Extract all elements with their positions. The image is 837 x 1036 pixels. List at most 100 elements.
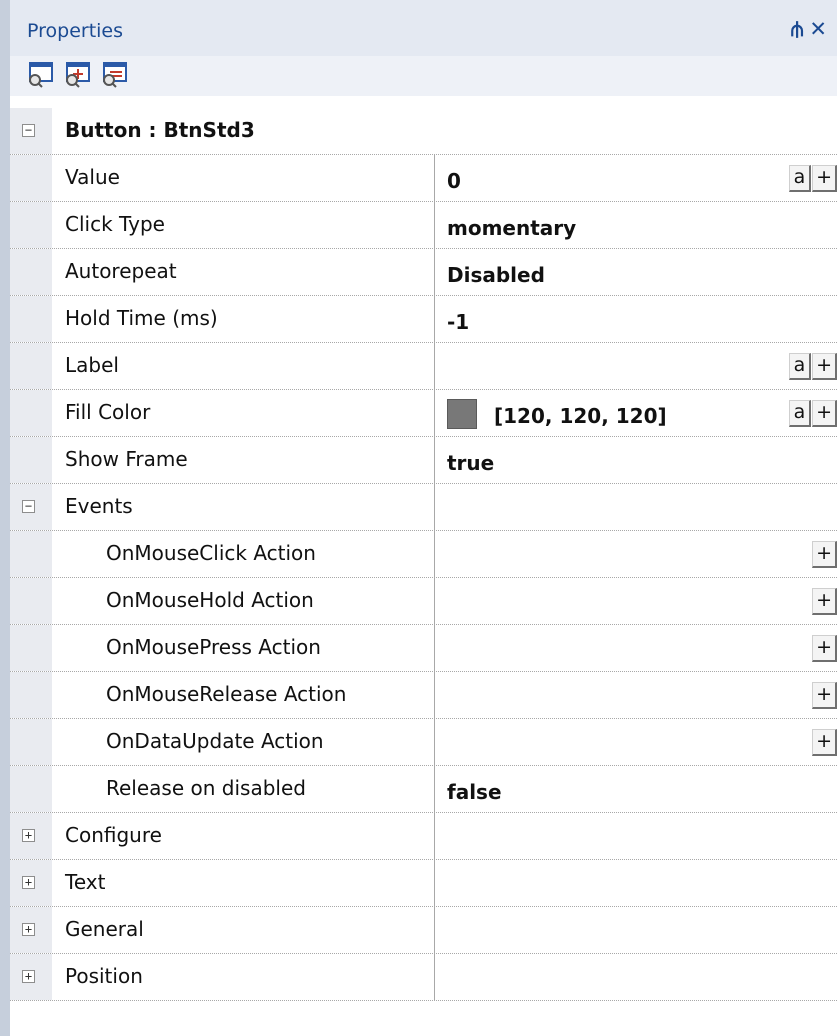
column-divider <box>434 531 435 577</box>
panel-title: Properties <box>27 20 124 42</box>
column-divider <box>434 907 435 953</box>
property-value[interactable]: [120, 120, 120] <box>494 404 667 428</box>
category-label: Position <box>65 964 143 988</box>
column-divider <box>434 343 435 389</box>
property-grid: − Button : BtnStd3 Value 0 a + Click Typ… <box>10 108 837 1001</box>
expand-icon[interactable]: + <box>22 876 35 889</box>
column-divider <box>434 766 435 812</box>
configure-category-row[interactable]: + Configure <box>10 813 837 860</box>
properties-view-icon[interactable] <box>27 60 55 88</box>
property-name: Hold Time (ms) <box>65 306 218 330</box>
row-margin <box>10 672 52 718</box>
expression-button[interactable]: a <box>789 165 811 192</box>
events-category-row[interactable]: − Events <box>10 484 837 531</box>
events-view-icon[interactable] <box>64 60 92 88</box>
expression-button[interactable]: a <box>789 353 811 380</box>
column-divider <box>434 296 435 342</box>
property-value[interactable]: true <box>447 451 494 475</box>
add-button[interactable]: + <box>812 353 837 380</box>
category-label: Events <box>65 494 133 518</box>
close-icon[interactable]: ✕ <box>809 17 833 41</box>
expand-icon[interactable]: + <box>22 829 35 842</box>
column-divider <box>434 954 435 1000</box>
category-label: Text <box>65 870 106 894</box>
add-button[interactable]: + <box>812 400 837 427</box>
property-row-autorepeat[interactable]: Autorepeat Disabled <box>10 249 837 296</box>
pin-icon[interactable]: ⫛ <box>791 17 809 41</box>
property-row-fill-color[interactable]: Fill Color [120, 120, 120] a + <box>10 390 837 437</box>
event-name: OnMouseClick Action <box>106 541 316 565</box>
column-divider <box>434 155 435 201</box>
property-row-show-frame[interactable]: Show Frame true <box>10 437 837 484</box>
column-divider <box>434 437 435 483</box>
property-row-click-type[interactable]: Click Type momentary <box>10 202 837 249</box>
add-button[interactable]: + <box>812 165 837 192</box>
event-row-ondataupdate[interactable]: OnDataUpdate Action + <box>10 719 837 766</box>
object-header-label: Button : BtnStd3 <box>65 118 255 142</box>
property-name: Click Type <box>65 212 165 236</box>
property-row-label[interactable]: Label a + <box>10 343 837 390</box>
panel-left-edge <box>0 0 10 1036</box>
property-name: Fill Color <box>65 400 151 424</box>
expand-icon[interactable]: + <box>22 923 35 936</box>
text-category-row[interactable]: + Text <box>10 860 837 907</box>
property-row-value[interactable]: Value 0 a + <box>10 155 837 202</box>
color-swatch[interactable] <box>447 399 477 429</box>
row-margin <box>10 719 52 765</box>
category-label: General <box>65 917 144 941</box>
column-divider <box>434 625 435 671</box>
expand-icon[interactable]: + <box>22 970 35 983</box>
property-name: Autorepeat <box>65 259 177 283</box>
expression-button[interactable]: a <box>789 400 811 427</box>
column-divider <box>434 860 435 906</box>
title-buttons: ⫛✕ <box>791 17 833 42</box>
add-action-button[interactable]: + <box>812 541 837 568</box>
add-action-button[interactable]: + <box>812 588 837 615</box>
event-row-onmouserelease[interactable]: OnMouseRelease Action + <box>10 672 837 719</box>
advanced-view-icon[interactable] <box>101 60 129 88</box>
row-margin <box>10 296 52 342</box>
property-value[interactable]: Disabled <box>447 263 545 287</box>
properties-panel: Properties ⫛✕ − Button: BtnStd3 Value 0… <box>0 0 837 1036</box>
event-name: Release on disabled <box>106 776 306 800</box>
property-value[interactable]: -1 <box>447 310 469 334</box>
event-name: OnMouseHold Action <box>106 588 314 612</box>
collapse-icon[interactable]: − <box>22 124 35 137</box>
row-margin <box>10 155 52 201</box>
property-value[interactable]: false <box>447 780 502 804</box>
row-margin <box>10 766 52 812</box>
column-divider <box>434 813 435 859</box>
properties-toolbar <box>10 56 837 96</box>
event-row-onmousepress[interactable]: OnMousePress Action + <box>10 625 837 672</box>
add-action-button[interactable]: + <box>812 682 837 709</box>
property-row-hold-time[interactable]: Hold Time (ms) -1 <box>10 296 837 343</box>
row-margin <box>10 578 52 624</box>
row-margin <box>10 343 52 389</box>
panel-title-bar: Properties ⫛✕ <box>10 0 837 56</box>
event-name: OnDataUpdate Action <box>106 729 324 753</box>
row-margin <box>10 202 52 248</box>
row-margin <box>10 531 52 577</box>
category-label: Configure <box>65 823 162 847</box>
property-value[interactable]: momentary <box>447 216 576 240</box>
object-category-row[interactable]: − Button : BtnStd3 <box>10 108 837 155</box>
position-category-row[interactable]: + Position <box>10 954 837 1001</box>
property-name: Show Frame <box>65 447 188 471</box>
event-row-onmousehold[interactable]: OnMouseHold Action + <box>10 578 837 625</box>
column-divider <box>434 390 435 436</box>
add-action-button[interactable]: + <box>812 635 837 662</box>
collapse-icon[interactable]: − <box>22 500 35 513</box>
general-category-row[interactable]: + General <box>10 907 837 954</box>
column-divider <box>434 719 435 765</box>
event-row-release-on-disabled[interactable]: Release on disabled false <box>10 766 837 813</box>
event-row-onmouseclick[interactable]: OnMouseClick Action + <box>10 531 837 578</box>
add-action-button[interactable]: + <box>812 729 837 756</box>
row-margin <box>10 625 52 671</box>
column-divider <box>434 484 435 530</box>
row-margin <box>10 437 52 483</box>
property-name: Label <box>65 353 119 377</box>
property-name: Value <box>65 165 120 189</box>
event-name: OnMousePress Action <box>106 635 321 659</box>
column-divider <box>434 249 435 295</box>
property-value[interactable]: 0 <box>447 169 461 193</box>
